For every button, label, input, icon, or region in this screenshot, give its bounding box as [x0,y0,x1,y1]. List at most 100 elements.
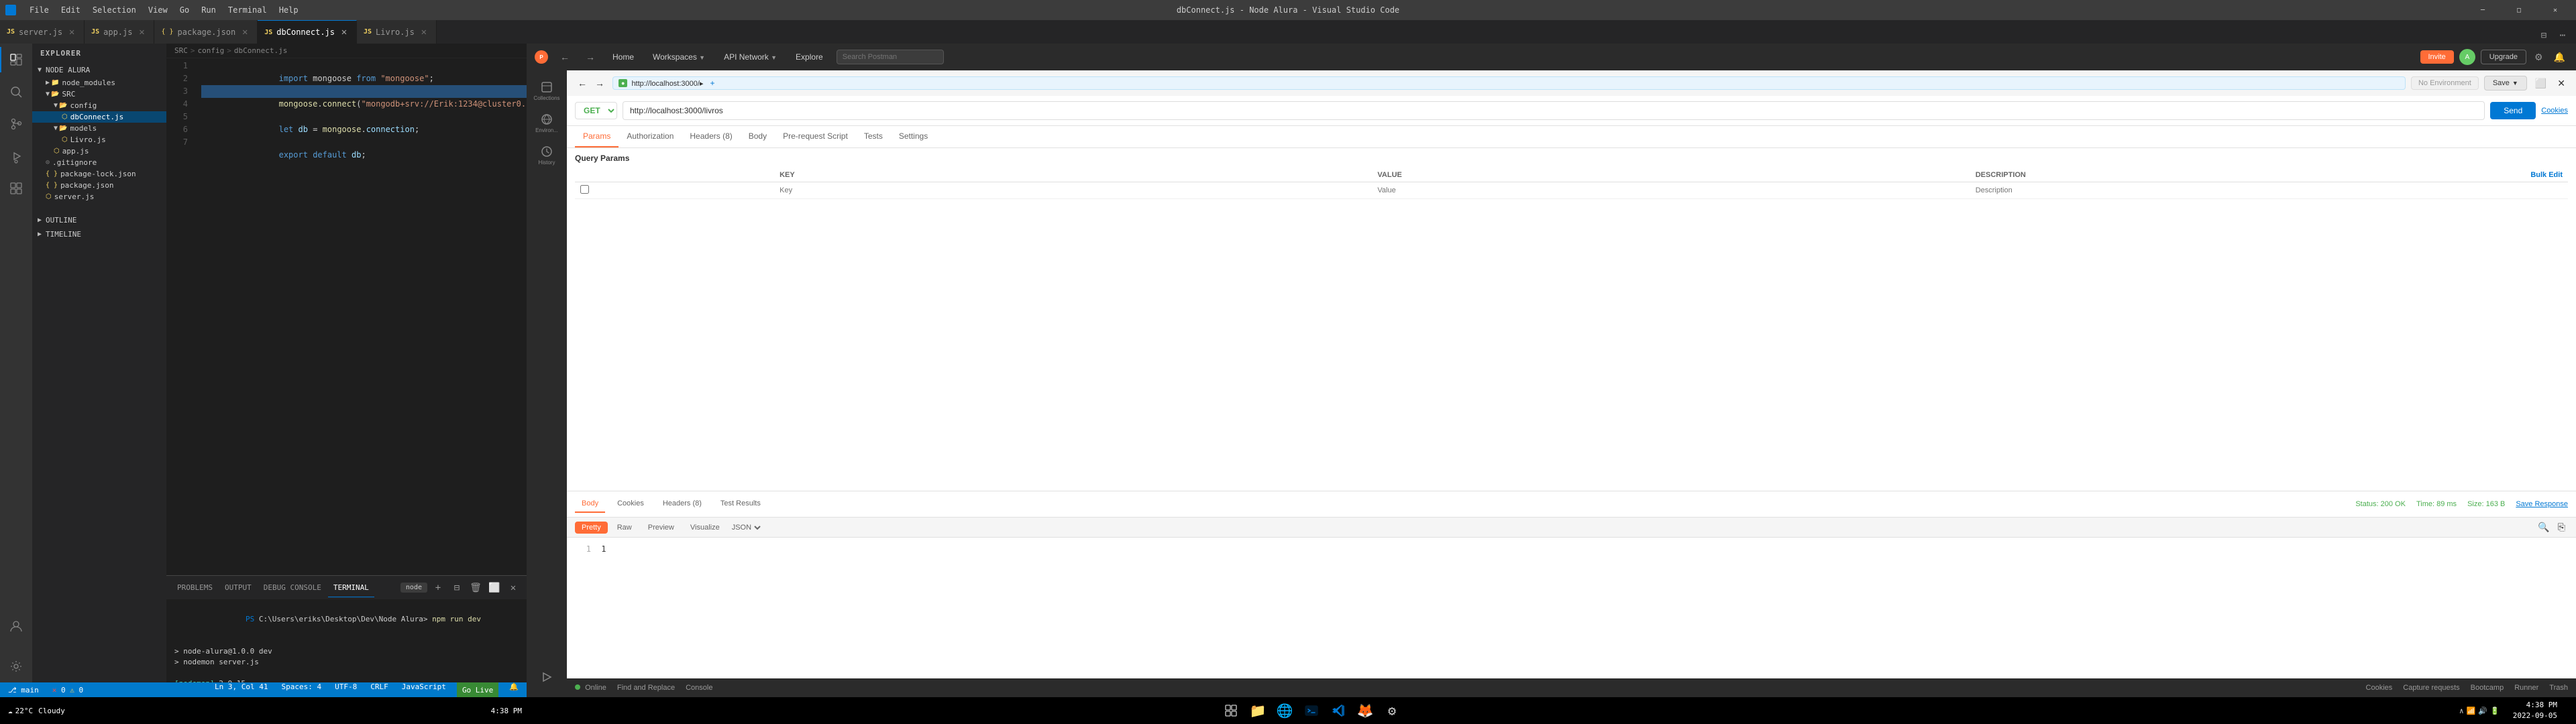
tab-package-json[interactable]: { } package.json ✕ [154,20,258,44]
status-encoding[interactable]: UTF-8 [332,682,360,697]
tree-gitignore[interactable]: ⊙ .gitignore [32,157,166,168]
taskbar-browser2[interactable]: 🦊 [1353,699,1377,723]
tree-config[interactable]: ▼ 📂 config [32,100,166,111]
param-key-input[interactable] [780,186,1366,194]
search-response-btn[interactable]: 🔍 [2535,520,2552,534]
menu-edit[interactable]: Edit [56,0,86,20]
user-avatar[interactable]: A [2459,49,2475,65]
cookies-status-btn[interactable]: Cookies [2366,684,2393,692]
code-content[interactable]: import mongoose from "mongoose"; mongoos… [193,58,527,575]
tab-close-icon[interactable]: ✕ [239,27,250,38]
tab-problems[interactable]: PROBLEMS [172,579,218,597]
tab-url-display[interactable]: ● http://localhost:3000/▸ + [612,76,2406,90]
tab-params[interactable]: Params [575,126,619,147]
maximize-button[interactable]: □ [2504,0,2534,20]
tree-dbconnect[interactable]: ⬡ dbConnect.js [32,111,166,123]
close-button[interactable]: ✕ [2540,0,2571,20]
nav-workspaces[interactable]: Workspaces ▼ [647,50,710,64]
online-label[interactable]: Online [585,684,606,692]
menu-terminal[interactable]: Terminal [223,0,272,20]
invite-button[interactable]: Invite [2420,50,2454,64]
network-icon[interactable]: 📶 [2467,707,2476,715]
pm-collections-icon[interactable]: Collections [532,76,561,105]
format-selector[interactable]: JSON [729,523,763,532]
taskbar-chrome[interactable]: 🌐 [1273,699,1297,723]
preview-view-btn[interactable]: Preview [641,522,681,534]
method-selector[interactable]: GET [575,102,617,119]
tray-up-arrow[interactable]: ∧ [2459,707,2464,715]
tab-close-icon[interactable]: ✕ [419,27,429,38]
environment-selector[interactable]: No Environment [2411,76,2479,90]
status-bell-icon[interactable]: 🔔 [506,682,521,697]
breadcrumb-config[interactable]: config [198,46,225,55]
tab-tests[interactable]: Tests [856,126,891,147]
copy-response-btn[interactable]: ⎘ [2555,520,2568,534]
status-eol[interactable]: CRLF [368,682,391,697]
find-replace-btn[interactable]: Find and Replace [617,684,675,692]
terminal-content[interactable]: PS C:\Users\eriks\Desktop\Dev\Node Alura… [166,599,527,682]
tree-node-modules[interactable]: ▶ 📁 node_modules [32,77,166,88]
activity-settings[interactable] [0,650,32,682]
bootcamp-status-btn[interactable]: Bootcamp [2471,684,2504,692]
save-response-btn[interactable]: Save Response [2516,500,2568,508]
split-terminal-btn[interactable]: ⊟ [449,580,465,596]
resp-tab-headers[interactable]: Headers (8) [656,495,708,513]
pm-environments-icon[interactable]: Environ... [532,108,561,137]
menu-go[interactable]: Go [174,0,195,20]
tab-livro-js[interactable]: JS Livro.js ✕ [357,20,437,44]
tab-output[interactable]: OUTPUT [219,579,257,597]
upgrade-button[interactable]: Upgrade [2481,50,2526,64]
tab-close-icon[interactable]: ✕ [339,27,350,38]
project-root[interactable]: ▼ NODE ALURA [32,63,166,77]
tab-app-js[interactable]: JS app.js ✕ [85,20,154,44]
split-editor-btn[interactable]: ⊟ [2536,27,2552,44]
param-desc-input[interactable] [1976,186,2563,194]
tab-auth[interactable]: Authorization [619,126,682,147]
activity-account[interactable] [0,610,32,642]
trash-status-btn[interactable]: Trash [2549,684,2568,692]
tree-app[interactable]: ⬡ app.js [32,145,166,157]
timeline-header[interactable]: ▶ TIMELINE [32,227,166,241]
resp-tab-tests[interactable]: Test Results [714,495,767,513]
menu-selection[interactable]: Selection [87,0,142,20]
breadcrumb-file[interactable]: dbConnect.js [234,46,287,55]
pretty-view-btn[interactable]: Pretty [575,522,608,534]
activity-run-debug[interactable] [0,140,32,172]
add-terminal-btn[interactable]: + [430,580,446,596]
activity-explorer[interactable] [0,44,32,76]
param-value-input[interactable] [1377,186,1964,194]
save-button[interactable]: Save ▼ [2484,76,2527,90]
status-line-col[interactable]: Ln 3, Col 41 [212,682,270,697]
prev-tab-btn[interactable]: ← [575,76,590,90]
nav-explore[interactable]: Explore [790,50,828,64]
raw-view-btn[interactable]: Raw [610,522,639,534]
capture-status-btn[interactable]: Capture requests [2403,684,2459,692]
close-terminal-btn[interactable]: ✕ [505,580,521,596]
tree-package[interactable]: { } package.json [32,180,166,191]
status-spaces[interactable]: Spaces: 4 [278,682,324,697]
next-tab-btn[interactable]: → [592,76,607,90]
tab-settings[interactable]: Settings [891,126,936,147]
pm-history-icon[interactable]: History [532,140,561,170]
console-btn[interactable]: Console [686,684,712,692]
tab-close-icon[interactable]: ✕ [136,27,147,38]
forward-btn[interactable]: → [582,49,599,65]
taskbar-settings[interactable]: ⚙ [1380,699,1404,723]
tree-models[interactable]: ▼ 📂 models [32,123,166,134]
cookies-button[interactable]: Cookies [2541,107,2568,115]
status-branch[interactable]: ⎇ main [5,686,42,695]
add-tab-btn[interactable]: + [710,78,714,88]
tab-terminal[interactable]: TERMINAL [328,579,374,597]
status-language[interactable]: JavaScript [399,682,449,697]
speaker-icon[interactable]: 🔊 [2478,707,2487,715]
close-panel-btn[interactable]: ✕ [2555,76,2568,90]
taskbar-vscode[interactable] [1326,699,1350,723]
runner-status-btn[interactable]: Runner [2514,684,2538,692]
minimize-button[interactable]: ─ [2467,0,2498,20]
breadcrumb-src[interactable]: SRC [174,46,188,55]
status-errors[interactable]: ✕ 0 ⚠ 0 [50,686,86,695]
kill-terminal-btn[interactable]: 🗑 [468,580,484,596]
menu-file[interactable]: File [24,0,54,20]
tree-server[interactable]: ⬡ server.js [32,191,166,202]
tree-livro[interactable]: ⬡ Livro.js [32,134,166,145]
